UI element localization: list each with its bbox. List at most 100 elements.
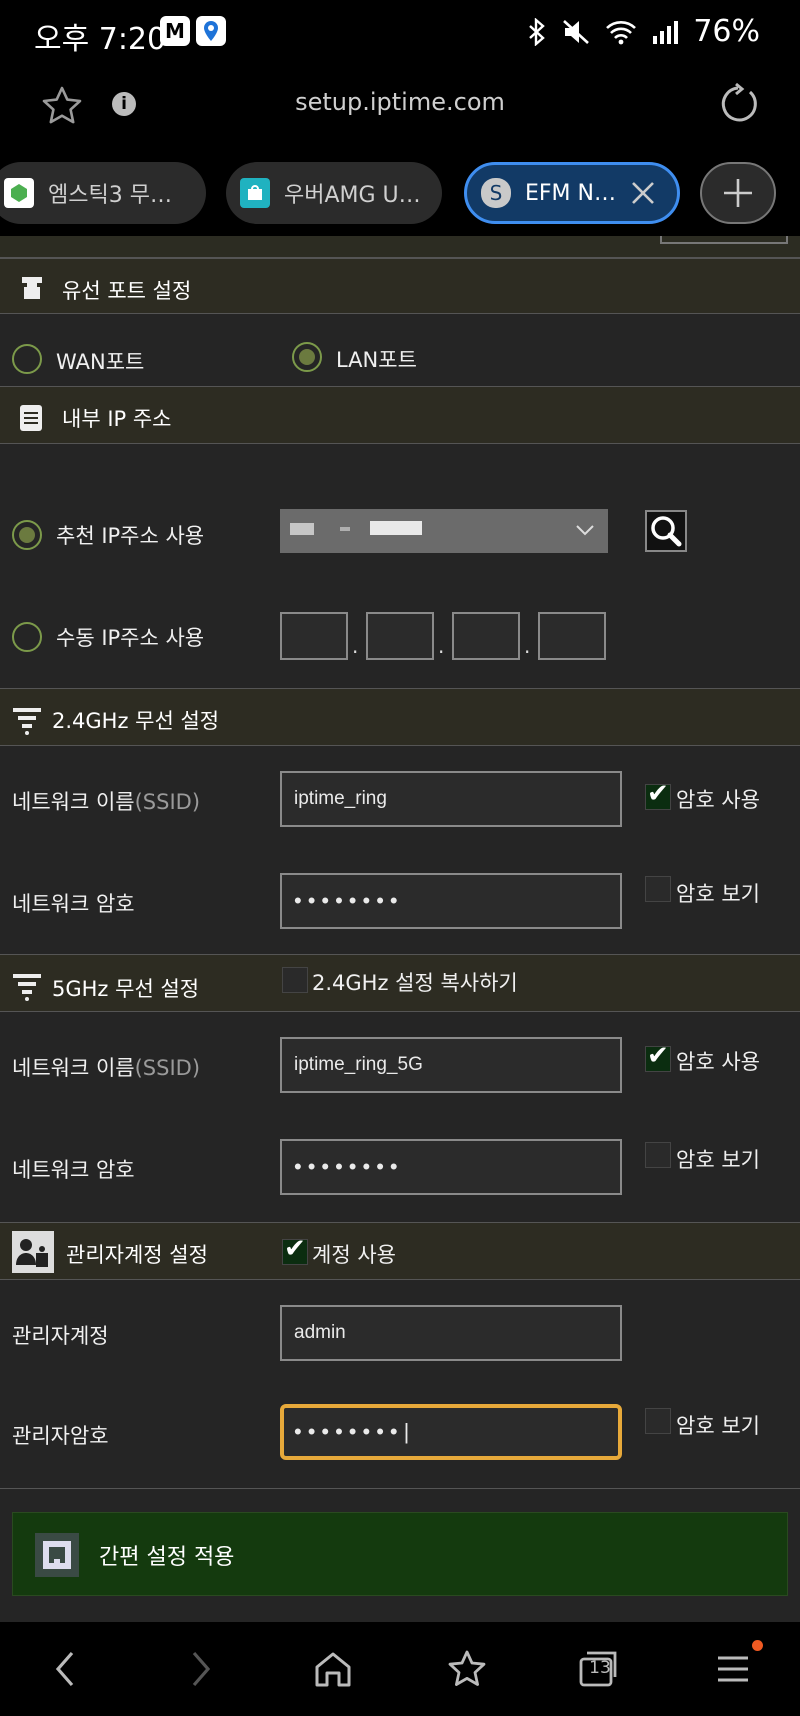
hamburger-menu-icon <box>718 1656 748 1682</box>
ethernet-port-icon <box>22 277 42 299</box>
admin-account-label: 관리자계정 <box>12 1324 109 1348</box>
tab-item[interactable]: 엠스틱3 무… <box>0 162 206 224</box>
use-account-label[interactable]: 계정 사용 <box>312 1239 396 1269</box>
section-title: 관리자계정 설정 <box>66 1243 208 1267</box>
redacted-ip-value <box>290 521 422 535</box>
manual-ip-octet-3[interactable] <box>452 612 520 660</box>
section-title: 2.4GHz 무선 설정 <box>52 709 220 733</box>
bluetooth-icon <box>529 17 546 46</box>
manual-ip-octet-4[interactable] <box>538 612 606 660</box>
copy-24-settings-label[interactable]: 2.4GHz 설정 복사하기 <box>312 967 518 997</box>
battery-level: 76% <box>693 14 760 49</box>
plus-icon <box>724 179 752 207</box>
manual-ip-radio[interactable] <box>12 622 42 652</box>
section-admin-account: 관리자계정 설정 계정 사용 <box>0 1222 800 1280</box>
password-5-input[interactable]: •••••••• <box>280 1139 622 1195</box>
menu-button[interactable] <box>708 1644 758 1694</box>
apply-settings-label: 간편 설정 적용 <box>99 1545 235 1570</box>
recommended-ip-label[interactable]: 추천 IP주소 사용 <box>56 520 204 550</box>
use-password-24-checkbox[interactable] <box>645 779 671 810</box>
apply-settings-button[interactable]: 간편 설정 적용 <box>12 1512 788 1596</box>
manual-ip-octet-2[interactable] <box>366 612 434 660</box>
signal-icon <box>653 20 679 44</box>
tab-item-active[interactable]: S EFM N… <box>464 162 680 224</box>
browser-bottom-nav: 13 <box>0 1622 800 1716</box>
chevron-right-icon <box>192 1651 211 1687</box>
chevron-left-icon <box>55 1651 74 1687</box>
reload-icon[interactable] <box>716 82 760 126</box>
mute-icon <box>563 19 590 44</box>
use-account-checkbox[interactable] <box>282 1234 308 1265</box>
ssid-24-label: 네트워크 이름(SSID) <box>12 786 200 816</box>
close-tab-icon[interactable] <box>629 179 657 207</box>
show-admin-password-checkbox[interactable] <box>645 1408 671 1434</box>
address-bar: i setup.iptime.com <box>0 66 800 156</box>
search-ip-button[interactable] <box>645 510 687 552</box>
section-title: 내부 IP 주소 <box>62 407 172 431</box>
tab-strip: 엠스틱3 무… 우버AMG U… S EFM N… <box>0 156 800 236</box>
ssid-5-label-text: 네트워크 이름 <box>12 1056 135 1080</box>
use-password-24-label[interactable]: 암호 사용 <box>676 784 760 814</box>
tab-title: 우버AMG U… <box>284 183 421 208</box>
tab-favicon-icon <box>240 178 270 208</box>
wifi-signal-icon <box>13 974 41 1001</box>
copy-24-settings-checkbox[interactable] <box>282 967 308 993</box>
bookmarks-star-icon <box>448 1650 486 1686</box>
ip-separator: . <box>524 634 531 658</box>
status-time: 오후 7:20 <box>34 22 167 57</box>
lan-port-radio[interactable] <box>292 342 322 372</box>
show-password-5-label[interactable]: 암호 보기 <box>676 1144 760 1174</box>
status-app-icons: M <box>160 16 226 46</box>
admin-user-icon <box>12 1231 54 1273</box>
ip-separator: . <box>352 634 359 658</box>
tab-item[interactable]: 우버AMG U… <box>226 162 442 224</box>
admin-account-input[interactable]: admin <box>280 1305 622 1361</box>
new-tab-button[interactable] <box>700 162 776 224</box>
password-24-label: 네트워크 암호 <box>12 892 135 916</box>
notification-dot <box>752 1640 763 1651</box>
home-button[interactable] <box>308 1644 358 1694</box>
tab-count: 13 <box>589 1658 611 1678</box>
show-password-24-label[interactable]: 암호 보기 <box>676 878 760 908</box>
manual-ip-label[interactable]: 수동 IP주소 사용 <box>56 622 204 652</box>
forward-button[interactable] <box>176 1644 226 1694</box>
wan-port-radio[interactable] <box>12 344 42 374</box>
ip-separator: . <box>438 634 445 658</box>
section-wifi-5ghz: 5GHz 무선 설정 2.4GHz 설정 복사하기 <box>0 954 800 1012</box>
url-text[interactable]: setup.iptime.com <box>0 88 800 116</box>
manual-ip-octet-1[interactable] <box>280 612 348 660</box>
ssid-24-label-text: 네트워크 이름 <box>12 790 135 814</box>
ssid-5-input[interactable]: iptime_ring_5G <box>280 1037 622 1093</box>
show-password-5-checkbox[interactable] <box>645 1142 671 1168</box>
back-button[interactable] <box>40 1644 90 1694</box>
section-wired-port: 유선 포트 설정 <box>0 258 800 314</box>
recommended-ip-radio[interactable] <box>12 520 42 550</box>
wifi-signal-icon <box>13 708 41 735</box>
show-password-24-checkbox[interactable] <box>645 876 671 902</box>
divider <box>0 1488 800 1489</box>
tab-favicon-icon <box>4 178 34 208</box>
search-icon <box>651 516 682 547</box>
bookmarks-button[interactable] <box>442 1644 492 1694</box>
tab-title: 엠스틱3 무… <box>48 183 172 208</box>
use-password-5-label[interactable]: 암호 사용 <box>676 1046 760 1076</box>
admin-password-input[interactable]: ••••••••| <box>280 1404 622 1460</box>
password-5-label: 네트워크 암호 <box>12 1158 135 1182</box>
wan-port-label[interactable]: WAN포트 <box>56 346 144 376</box>
wifi-icon <box>606 20 637 44</box>
ssid-5-label: 네트워크 이름(SSID) <box>12 1052 200 1082</box>
password-24-input[interactable]: •••••••• <box>280 873 622 929</box>
recommended-ip-select[interactable] <box>280 509 608 553</box>
map-pin-icon <box>196 16 226 46</box>
status-bar: 오후 7:20 M 76% <box>0 0 800 66</box>
ssid-5-label-sub: (SSID) <box>134 1056 201 1080</box>
tabs-button[interactable]: 13 <box>574 1644 624 1694</box>
show-admin-password-label[interactable]: 암호 보기 <box>676 1410 760 1440</box>
ssid-24-input[interactable]: iptime_ring <box>280 771 622 827</box>
lan-port-label[interactable]: LAN포트 <box>336 344 417 374</box>
section-internal-ip: 내부 IP 주소 <box>0 386 800 444</box>
use-password-5-checkbox[interactable] <box>645 1041 671 1072</box>
chevron-down-icon <box>576 525 594 536</box>
tab-favicon-icon: S <box>481 178 511 208</box>
admin-password-label: 관리자암호 <box>12 1424 109 1448</box>
